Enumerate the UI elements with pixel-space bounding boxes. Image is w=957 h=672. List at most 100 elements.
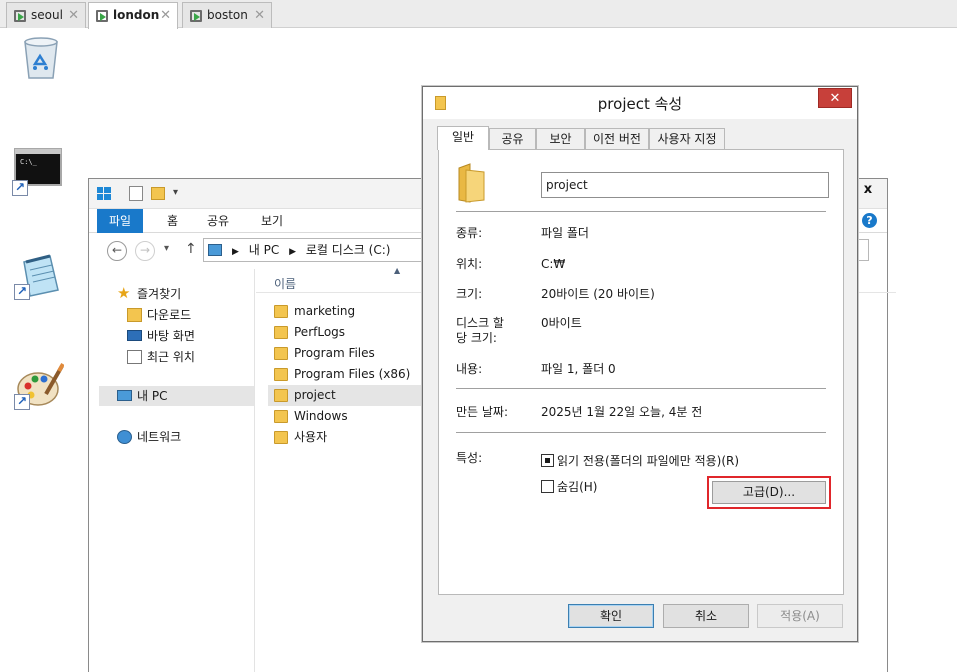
ribbon-tab-share[interactable]: 공유 bbox=[195, 209, 241, 233]
vm-icon bbox=[190, 10, 202, 22]
contains-label: 내용: bbox=[456, 362, 483, 376]
close-icon[interactable]: ✕ bbox=[160, 3, 171, 28]
location-value: C:₩ bbox=[541, 257, 566, 271]
list-item[interactable]: Program Files (x86) bbox=[266, 364, 426, 385]
advanced-button[interactable]: 고급(D)... bbox=[712, 481, 826, 504]
tab-customize[interactable]: 사용자 지정 bbox=[649, 128, 725, 149]
vm-tab-seoul[interactable]: seoul ✕ bbox=[6, 2, 86, 28]
cancel-button[interactable]: 취소 bbox=[663, 604, 749, 628]
size-label: 크기: bbox=[456, 287, 483, 301]
properties-quick-icon[interactable] bbox=[129, 186, 143, 201]
vm-tab-label: london bbox=[113, 8, 160, 22]
nav-desktop[interactable]: 바탕 화면 bbox=[125, 326, 195, 346]
close-icon[interactable]: ✕ bbox=[68, 3, 79, 28]
apply-button[interactable]: 적용(A) bbox=[757, 604, 843, 628]
close-icon[interactable]: ✕ bbox=[254, 3, 265, 28]
vm-tab-label: seoul bbox=[31, 8, 63, 22]
shortcut-arrow-icon: ↗ bbox=[14, 284, 30, 300]
dialog-titlebar: project 속성 ✕ bbox=[423, 87, 857, 119]
paint-icon[interactable]: ↗ bbox=[14, 362, 65, 410]
location-label: 위치: bbox=[456, 257, 483, 271]
tab-previous-versions[interactable]: 이전 버전 bbox=[585, 128, 649, 149]
nav-this-pc[interactable]: 내 PC bbox=[99, 386, 254, 406]
recent-locations-chevron-icon[interactable]: ▾ bbox=[164, 243, 169, 254]
vm-tab-bar: seoul ✕ london ✕ boston ✕ bbox=[0, 0, 957, 29]
divider bbox=[456, 388, 826, 389]
breadcrumb-separator-icon: ▶ bbox=[289, 247, 296, 257]
nav-label: 내 PC bbox=[137, 389, 168, 403]
vm-tab-london[interactable]: london ✕ bbox=[88, 2, 178, 29]
checkbox-indeterminate-icon bbox=[541, 454, 554, 467]
nav-label: 최근 위치 bbox=[147, 350, 195, 364]
windows-logo-icon bbox=[97, 187, 111, 200]
nav-network[interactable]: 네트워크 bbox=[115, 427, 181, 447]
breadcrumb-separator-icon: ▶ bbox=[232, 247, 239, 257]
list-item[interactable]: PerfLogs bbox=[266, 322, 426, 343]
notepad-icon[interactable]: ↗ bbox=[14, 252, 62, 300]
ok-button[interactable]: 확인 bbox=[568, 604, 654, 628]
command-prompt-icon[interactable]: C:\_ ↗ bbox=[12, 148, 62, 196]
list-item[interactable]: 사용자 bbox=[266, 427, 426, 448]
chevron-down-icon[interactable]: ▾ bbox=[173, 187, 178, 198]
type-label: 종류: bbox=[456, 226, 483, 240]
back-button[interactable]: ← bbox=[107, 241, 127, 261]
network-icon bbox=[117, 430, 132, 444]
hidden-label: 숨김(H) bbox=[557, 480, 598, 494]
file-name: Program Files (x86) bbox=[294, 367, 411, 381]
pc-icon bbox=[117, 390, 132, 401]
nav-recent[interactable]: 최근 위치 bbox=[125, 347, 195, 367]
svg-text:C:\_: C:\_ bbox=[20, 158, 38, 166]
file-name: 사용자 bbox=[294, 430, 328, 444]
created-value: 2025년 1월 22일 오늘, 4분 전 bbox=[541, 405, 703, 419]
star-icon: ★ bbox=[117, 284, 131, 302]
folder-icon bbox=[456, 162, 488, 204]
breadcrumb-local-disk[interactable]: 로컬 디스크 (C:) bbox=[306, 243, 391, 257]
nav-downloads[interactable]: 다운로드 bbox=[125, 305, 191, 325]
up-button[interactable]: ↑ bbox=[185, 241, 197, 257]
size-value: 20바이트 (20 바이트) bbox=[541, 287, 655, 301]
folder-icon bbox=[274, 347, 288, 360]
navigation-pane: ★ 즐겨찾기 다운로드 바탕 화면 최근 위치 내 PC 네트워크 bbox=[89, 269, 255, 672]
tab-security[interactable]: 보안 bbox=[536, 128, 585, 149]
column-header-name[interactable]: 이름 bbox=[274, 275, 296, 292]
recycle-bin-icon[interactable] bbox=[18, 34, 64, 80]
folder-name-input[interactable] bbox=[541, 172, 829, 198]
ribbon-tab-file[interactable]: 파일 bbox=[97, 209, 144, 233]
nav-favorites[interactable]: ★ 즐겨찾기 bbox=[115, 284, 181, 304]
recent-places-icon bbox=[127, 350, 142, 364]
hidden-checkbox[interactable]: 숨김(H) bbox=[541, 480, 597, 494]
properties-dialog: project 속성 ✕ 일반 공유 보안 이전 버전 사용자 지정 종류: 파… bbox=[422, 86, 858, 642]
folder-icon bbox=[274, 431, 288, 444]
breadcrumb-this-pc[interactable]: 내 PC bbox=[249, 243, 279, 257]
help-icon[interactable]: ? bbox=[862, 213, 877, 228]
list-item[interactable]: Windows bbox=[266, 406, 426, 427]
size-on-disk-value: 0바이트 bbox=[541, 316, 582, 330]
folder-icon bbox=[274, 368, 288, 381]
close-button[interactable]: ✕ bbox=[818, 88, 852, 108]
vm-tab-boston[interactable]: boston ✕ bbox=[182, 2, 272, 28]
list-item[interactable]: marketing bbox=[266, 301, 426, 322]
forward-button[interactable]: → bbox=[135, 241, 155, 261]
size-on-disk-label-line1: 디스크 할 bbox=[456, 316, 504, 330]
shortcut-arrow-icon: ↗ bbox=[14, 394, 30, 410]
sort-up-icon: ▲ bbox=[394, 266, 401, 275]
tab-general[interactable]: 일반 bbox=[437, 126, 489, 150]
size-on-disk-label-line2: 당 크기: bbox=[456, 331, 497, 345]
list-item[interactable]: Program Files bbox=[266, 343, 426, 364]
list-item-selected[interactable]: project bbox=[268, 385, 448, 406]
readonly-checkbox[interactable]: 읽기 전용(폴더의 파일에만 적용)(R) bbox=[541, 454, 739, 468]
attributes-label: 특성: bbox=[456, 451, 483, 465]
file-name: project bbox=[294, 388, 336, 402]
file-name: Windows bbox=[294, 409, 348, 423]
folder-icon bbox=[274, 410, 288, 423]
folder-icon bbox=[274, 305, 288, 318]
vm-icon bbox=[14, 10, 26, 22]
tab-sharing[interactable]: 공유 bbox=[489, 128, 536, 149]
general-tab-panel: 종류: 파일 폴더 위치: C:₩ 크기: 20바이트 (20 바이트) 디스크… bbox=[438, 149, 844, 595]
ribbon-tab-home[interactable]: 홈 bbox=[155, 209, 190, 233]
new-folder-quick-icon[interactable] bbox=[151, 187, 165, 200]
nav-label: 네트워크 bbox=[137, 430, 182, 444]
ribbon-tab-view[interactable]: 보기 bbox=[249, 209, 295, 233]
readonly-label: 읽기 전용(폴더의 파일에만 적용)(R) bbox=[557, 454, 740, 468]
downloads-folder-icon bbox=[127, 308, 142, 322]
